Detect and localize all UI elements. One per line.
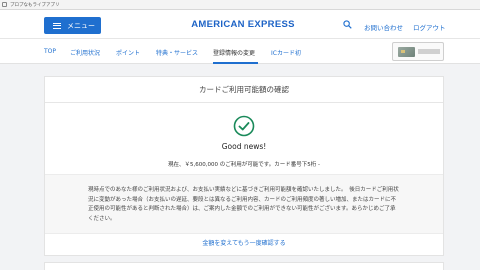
nav-item-account-settings[interactable]: 登録情報の変更	[213, 48, 255, 57]
nav-item-ic-card[interactable]: ICカード初	[271, 48, 301, 57]
nav-item-benefits[interactable]: 特典・サービス	[156, 48, 198, 57]
check-circle-icon	[233, 115, 255, 137]
card-selector[interactable]	[392, 42, 444, 61]
page-icon	[2, 2, 7, 7]
search-icon[interactable]	[343, 20, 352, 29]
available-amount-text: 現在、￥5,600,000 のご利用が可能です。カード番号下5桁 -	[168, 162, 320, 168]
disclaimer-box: 現時点でのあなた様のご利用状況および、お支払い実績などに基づきご利用可能額を確認…	[45, 174, 443, 234]
browser-tab-title[interactable]: プロプなもライブアプリ	[10, 2, 60, 8]
contact-link[interactable]: お問い合わせ	[364, 22, 403, 32]
nav-item-top[interactable]: TOP	[44, 48, 56, 55]
card-number-masked	[418, 49, 440, 54]
site-header: メニュー AMERICAN EXPRESS お問い合わせ ログアウト	[0, 10, 480, 38]
disclaimer-text: 現時点でのあなた様のご利用状況および、お支払い実績などに基づきご利用可能額を確認…	[88, 187, 399, 222]
menu-button[interactable]: メニュー	[44, 17, 101, 34]
panel-title: カードご利用可能額の確認	[199, 85, 289, 94]
result-headline: Good news!	[221, 142, 267, 151]
available-credit-panel: カードご利用可能額の確認 Good news! 現在、￥5,600,000 のご…	[44, 76, 444, 256]
hamburger-icon	[53, 22, 61, 29]
amex-logo[interactable]: AMERICAN EXPRESS	[180, 19, 306, 30]
panel-header: カードご利用可能額の確認	[45, 77, 443, 103]
recheck-amount-link[interactable]: 金額を変えてもう一度確認する	[45, 238, 443, 247]
logout-link[interactable]: ログアウト	[413, 22, 446, 32]
next-panel	[44, 262, 444, 270]
menu-button-label: メニュー	[67, 21, 95, 30]
active-tab-indicator	[213, 62, 258, 64]
browser-tab-bar: プロプなもライブアプリ	[0, 0, 480, 10]
nav-item-usage[interactable]: ご利用状況	[70, 48, 100, 57]
card-image	[398, 47, 415, 57]
nav-item-points[interactable]: ポイント	[116, 48, 140, 57]
